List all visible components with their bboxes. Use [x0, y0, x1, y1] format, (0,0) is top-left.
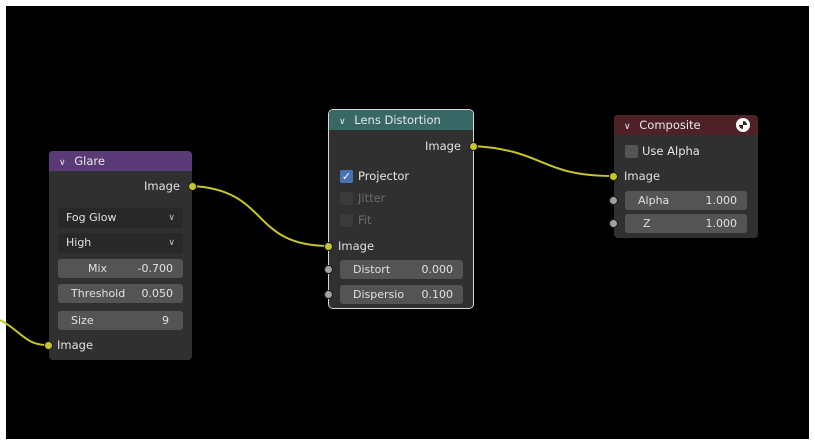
quality-value: High — [66, 236, 92, 249]
chevron-down-icon: ∨ — [168, 238, 175, 248]
chevron-down-icon: ∨ — [168, 213, 175, 223]
use-alpha-label: Use Alpha — [642, 144, 700, 158]
node-title: Lens Distortion — [354, 113, 441, 127]
output-label: Image — [143, 179, 180, 193]
chevron-down-icon[interactable]: ∨ — [339, 117, 346, 127]
mix-field[interactable]: Mix -0.700 — [58, 259, 183, 278]
image-output-socket[interactable] — [188, 182, 197, 191]
z-input-socket[interactable] — [609, 219, 618, 228]
dispersion-field[interactable]: Dispersio 0.100 — [340, 285, 463, 304]
alpha-field[interactable]: Alpha 1.000 — [625, 191, 747, 210]
image-input-socket[interactable] — [609, 172, 618, 181]
image-input-socket[interactable] — [44, 341, 53, 350]
dispersion-input-socket[interactable] — [324, 290, 333, 299]
check-icon: ✓ — [341, 170, 352, 183]
field-value: 9 — [162, 314, 169, 327]
composite-node[interactable]: ∨ Composite Use Alpha Image Alpha 1.000 … — [609, 115, 758, 238]
node-title: Composite — [639, 118, 701, 132]
image-input-socket[interactable] — [324, 242, 333, 251]
render-result-icon — [736, 118, 750, 132]
alpha-input-socket[interactable] — [609, 196, 618, 205]
z-field[interactable]: Z 1.000 — [625, 214, 747, 233]
input-label: Image — [57, 338, 94, 352]
lens-distortion-node-header[interactable]: ∨ Lens Distortion — [329, 110, 473, 130]
glare-node-header[interactable]: ∨ Glare — [49, 151, 192, 171]
glare-node[interactable]: ∨ Glare Image Fog Glow ∨ High ∨ Mix -0.7… — [44, 151, 197, 360]
output-label: Image — [424, 139, 461, 153]
quality-dropdown[interactable]: High ∨ — [58, 233, 183, 253]
chevron-down-icon[interactable]: ∨ — [59, 158, 66, 168]
fit-label: Fit — [358, 213, 372, 227]
node-title: Glare — [74, 154, 105, 168]
composite-node-header[interactable]: ∨ Composite — [614, 115, 758, 135]
image-output-socket[interactable] — [469, 142, 478, 151]
input-label: Image — [624, 169, 661, 183]
glare-type-value: Fog Glow — [66, 211, 117, 224]
input-label: Image — [338, 239, 375, 253]
jitter-label: Jitter — [358, 191, 386, 205]
use-alpha-checkbox[interactable] — [625, 145, 638, 158]
jitter-checkbox[interactable] — [340, 192, 353, 205]
lens-distortion-node[interactable]: ∨ Lens Distortion Image ✓ Projector Jitt… — [324, 109, 478, 309]
field-value: 1.000 — [705, 194, 738, 207]
field-value: -0.700 — [137, 262, 173, 275]
distort-field[interactable]: Distort 0.000 — [340, 260, 463, 279]
projector-checkbox[interactable]: ✓ — [340, 170, 353, 183]
fit-checkbox[interactable] — [340, 214, 353, 227]
chevron-down-icon[interactable]: ∨ — [624, 122, 631, 132]
field-value: 0.050 — [141, 287, 174, 300]
glare-type-dropdown[interactable]: Fog Glow ∨ — [58, 208, 183, 228]
threshold-field[interactable]: Threshold 0.050 — [58, 284, 183, 303]
distort-input-socket[interactable] — [324, 265, 333, 274]
field-value: 0.000 — [421, 263, 454, 276]
size-field[interactable]: Size 9 — [58, 311, 183, 330]
field-value: 0.100 — [421, 288, 454, 301]
projector-label: Projector — [358, 169, 410, 183]
field-value: 1.000 — [705, 217, 738, 230]
